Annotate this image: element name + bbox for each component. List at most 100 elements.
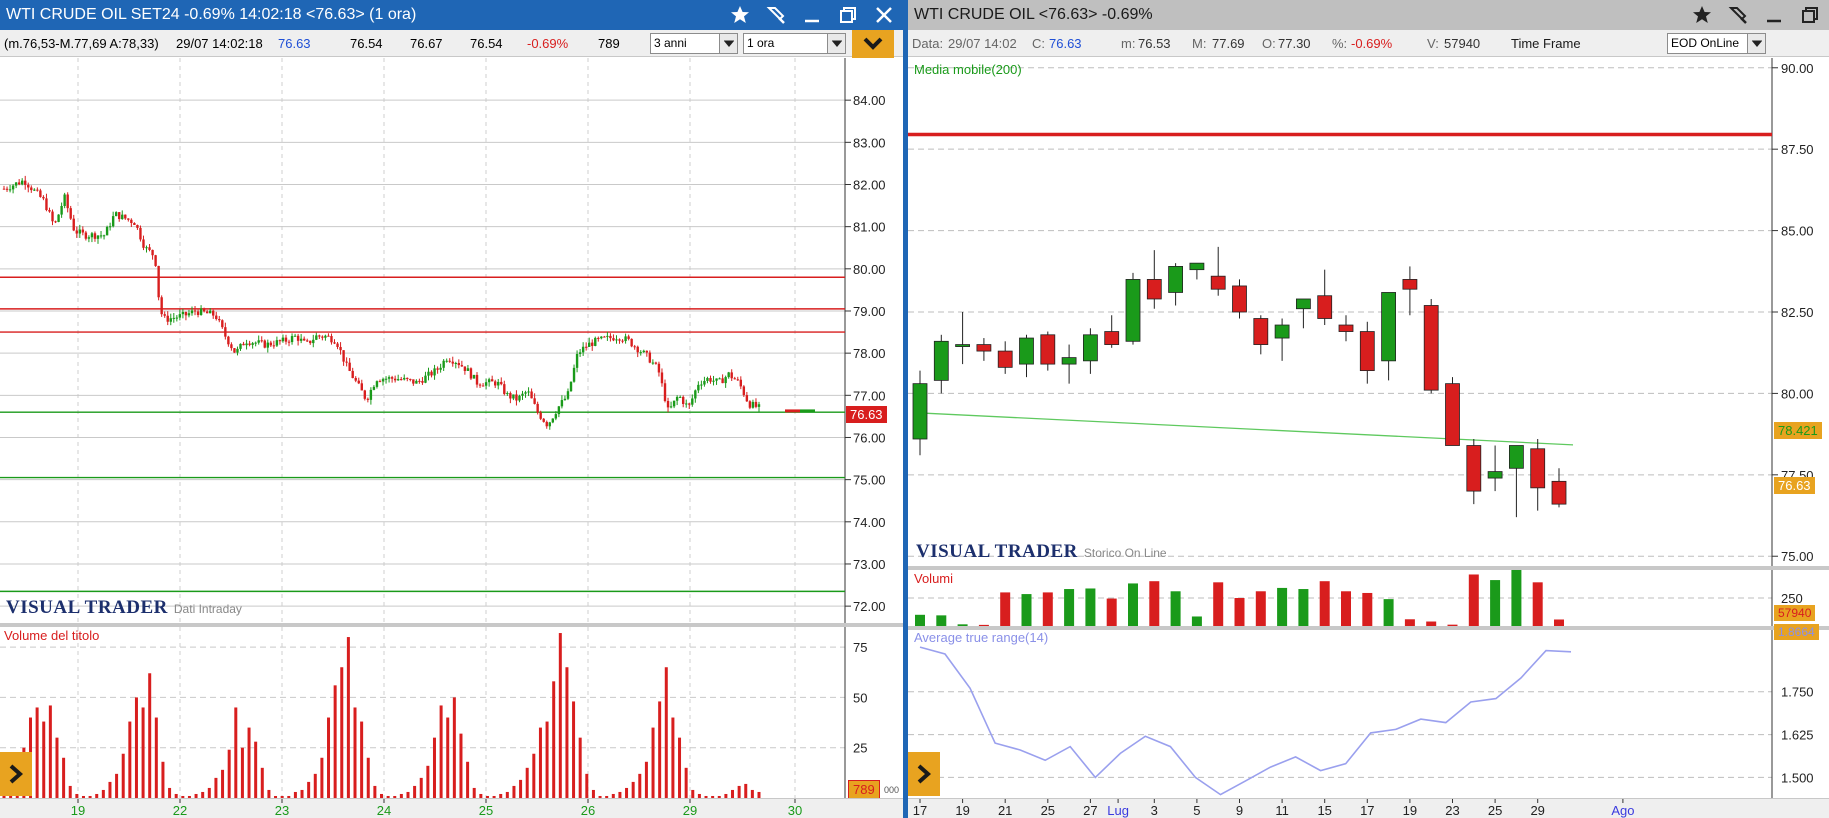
candle-body xyxy=(366,398,370,400)
left-titlebar[interactable]: WTI CRUDE OIL SET24 -0.69% 14:02:18 <76.… xyxy=(0,0,903,30)
candle-body xyxy=(205,311,209,314)
y-tick-label: 78.00 xyxy=(853,346,886,361)
volume-bar xyxy=(731,789,735,798)
draw-tool-icon[interactable] xyxy=(761,1,791,29)
candle-body xyxy=(36,189,39,191)
volume-bar xyxy=(247,727,251,798)
y-tick-label: 82.50 xyxy=(1781,305,1814,320)
atr-panel[interactable]: 1.750 1.625 1.500 xyxy=(908,626,1829,798)
volume-bar xyxy=(419,777,423,798)
timeframe-select[interactable]: EOD OnLine xyxy=(1667,33,1766,54)
interval-select[interactable]: 1 ora xyxy=(743,33,846,54)
candle-body xyxy=(609,335,612,339)
candle-body xyxy=(403,377,406,380)
moving-average-tag: 78.421 xyxy=(1774,422,1822,439)
candle-body xyxy=(269,342,273,346)
left-volume-panel[interactable]: 75 50 25 xyxy=(0,623,903,798)
candle-body xyxy=(494,381,497,386)
candle-body xyxy=(96,235,100,239)
candle-body xyxy=(445,360,448,362)
left-price-chart[interactable]: 84.00 83.00 82.00 81.00 80.00 79.00 78.00 77.00… xyxy=(0,58,903,623)
left-expand-arrow-button[interactable] xyxy=(0,752,32,796)
candle-body xyxy=(124,214,127,219)
candle-body xyxy=(448,360,451,362)
restore-icon[interactable] xyxy=(1795,1,1825,29)
volume-bar xyxy=(1362,592,1373,626)
volume-bar xyxy=(101,789,105,798)
candle-body xyxy=(387,377,391,379)
close-icon[interactable] xyxy=(869,1,899,29)
candle-body xyxy=(196,311,200,315)
volume-bar xyxy=(1106,598,1117,626)
candle-body xyxy=(263,340,266,348)
candle-body xyxy=(1381,292,1397,362)
candle-body xyxy=(636,346,639,353)
left-watermark: VISUAL TRADER Dati Intraday xyxy=(6,597,242,619)
candle-body xyxy=(48,210,51,212)
candle-body xyxy=(360,383,363,391)
right-price-chart[interactable]: 90.0087.5085.0082.5080.0077.5075.00 xyxy=(908,58,1829,566)
candle-body xyxy=(1530,448,1546,489)
minimize-icon[interactable] xyxy=(797,1,827,29)
period-select[interactable]: 3 anni xyxy=(650,33,738,54)
candle-body xyxy=(484,382,488,386)
candle-body xyxy=(336,343,339,347)
candle-body xyxy=(621,340,624,342)
quote-volume: 789 xyxy=(598,36,620,51)
volume-bar xyxy=(578,737,582,798)
left-price-panel[interactable]: 84.00 83.00 82.00 81.00 80.00 79.00 78.00 77.00… xyxy=(0,58,903,623)
volume-bar xyxy=(512,785,516,798)
x-tick-label: 25 xyxy=(1488,803,1502,818)
draw-tool-icon[interactable] xyxy=(1723,1,1753,29)
candle-body xyxy=(1232,285,1247,313)
x-tick-label: 30 xyxy=(788,803,802,818)
x-tick-label: 25 xyxy=(1041,803,1055,818)
volume-value: 57940 xyxy=(1444,36,1481,51)
volume-bar xyxy=(671,717,675,798)
y-tick-label: 79.00 xyxy=(853,304,886,319)
atr-chart[interactable]: 1.750 1.625 1.500 xyxy=(908,630,1829,798)
right-volume-tag: 57940 xyxy=(1774,605,1816,621)
minimize-icon[interactable] xyxy=(1759,1,1789,29)
chevron-down-icon[interactable] xyxy=(719,34,737,53)
favorite-star-icon[interactable] xyxy=(725,1,755,29)
volume-bar xyxy=(452,697,456,798)
right-volume-chart[interactable]: 250 xyxy=(908,570,1829,626)
volume-bar xyxy=(1298,589,1309,626)
candle-body xyxy=(275,340,279,346)
volume-bar xyxy=(366,757,370,798)
right-volume-panel[interactable]: 250 xyxy=(908,566,1829,626)
volume-bar xyxy=(631,781,635,798)
candle-body xyxy=(439,367,442,370)
candle-body xyxy=(400,379,403,381)
expand-panel-button[interactable] xyxy=(852,30,894,58)
candle-body xyxy=(651,362,655,364)
chevron-down-icon[interactable] xyxy=(1747,34,1765,53)
candle-body xyxy=(1104,331,1120,345)
candle-body xyxy=(230,344,233,349)
x-tick-label: 29 xyxy=(683,803,697,818)
candle-body xyxy=(239,343,242,349)
right-titlebar[interactable]: WTI CRUDE OIL <76.63> -0.69% xyxy=(908,0,1829,30)
candle-body xyxy=(606,335,609,337)
candle-body xyxy=(657,363,661,373)
volume-bar xyxy=(1149,581,1160,626)
favorite-star-icon[interactable] xyxy=(1687,1,1717,29)
volume-bar xyxy=(585,773,589,798)
candle-body xyxy=(390,377,394,379)
candle-body xyxy=(724,377,727,384)
right-volume-label: Volumi xyxy=(914,571,954,586)
close-label: C: xyxy=(1032,36,1045,51)
chevron-down-icon[interactable] xyxy=(827,34,845,53)
right-price-panel[interactable]: 90.00 87.50 85.00 82.50 80.00 77.50 75.00 xyxy=(908,58,1829,566)
max-value: 77.69 xyxy=(1212,36,1245,51)
candle-body xyxy=(560,400,564,407)
candle-body xyxy=(706,378,709,381)
restore-icon[interactable] xyxy=(833,1,863,29)
volume-bar xyxy=(48,705,52,798)
candle-body xyxy=(497,381,500,386)
candle-body xyxy=(309,340,312,344)
candle-body xyxy=(148,247,151,250)
right-expand-arrow-button[interactable] xyxy=(908,752,940,796)
left-volume-chart[interactable]: 75 50 25 xyxy=(0,627,903,798)
